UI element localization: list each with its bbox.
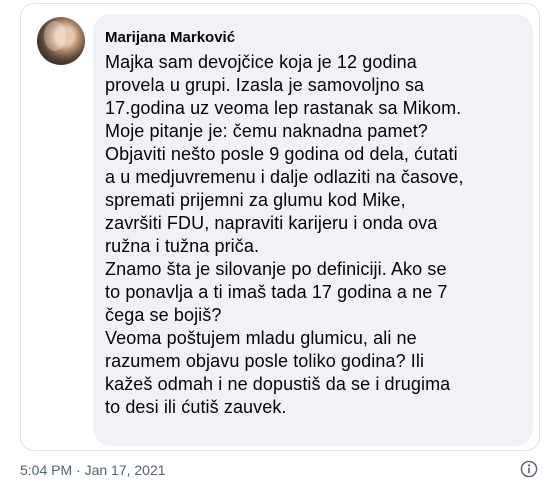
comment-text: Majka sam devojčice koja je 12 godina pr… (105, 51, 519, 419)
comment-line: završiti FDU, napraviti karijeru i onda … (105, 213, 438, 233)
comment-line: to desi ili ćutiš zauvek. (105, 397, 287, 417)
comment-line: Moje pitanje je: čemu naknadna pamet? (105, 121, 428, 141)
comment-line: čega se bojiš? (105, 305, 222, 325)
info-icon[interactable] (520, 460, 538, 478)
comment-author: Marijana Marković (105, 29, 236, 46)
author-avatar (37, 17, 85, 65)
comment-line: 17.godina uz veoma lep rastanak sa Mikom… (105, 98, 462, 118)
tweet-footer: 5:04 PM · Jan 17, 2021 (20, 460, 540, 480)
comment-line: provela u grupi. Izasla je samovoljno sa (105, 75, 425, 95)
comment-line: razumem objavu posle toliko godina? Ili (105, 351, 425, 371)
comment-line: to ponavlja a ti imaš tada 17 godina a n… (105, 282, 448, 302)
comment-line: a u medjuvremenu i dalje odlaziti na čas… (105, 167, 464, 187)
comment-line: spremati prijemni za glumu kod Mike, (105, 190, 406, 210)
tweet-timestamp[interactable]: 5:04 PM · Jan 17, 2021 (20, 462, 166, 478)
comment-line: kažeš odmah i ne dopustiš da se i drugim… (105, 374, 451, 394)
embedded-image-card[interactable]: Marijana Marković Majka sam devojčice ko… (20, 3, 540, 451)
comment-bubble: Marijana Marković Majka sam devojčice ko… (93, 14, 533, 446)
comment-line: Majka sam devojčice koja je 12 godina (105, 52, 417, 72)
comment-line: Objaviti nešto posle 9 godina od dela, ć… (105, 144, 458, 164)
comment-line: ružna i tužna priča. (105, 236, 260, 256)
comment-line: Znamo šta je silovanje po definiciji. Ak… (105, 259, 447, 279)
comment-line: Veoma poštujem mladu glumicu, ali ne (105, 328, 417, 348)
